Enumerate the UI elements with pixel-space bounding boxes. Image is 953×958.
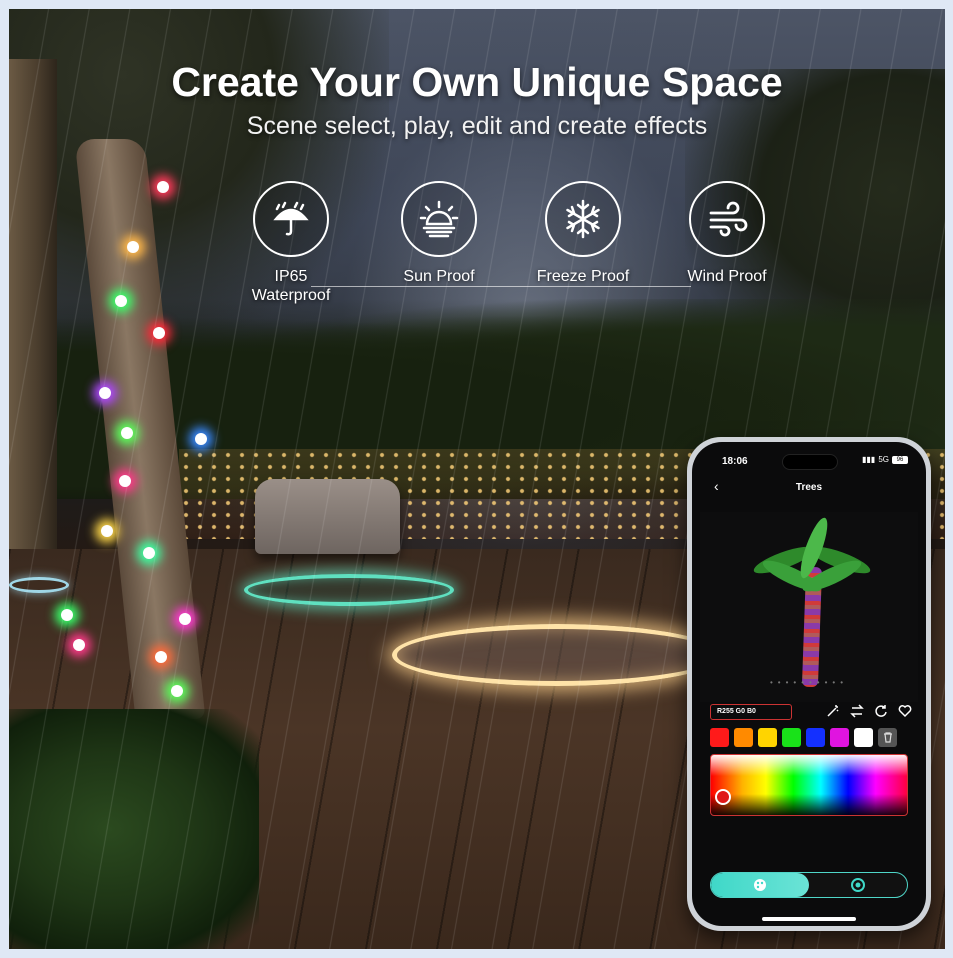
snowflake-icon xyxy=(545,181,621,257)
swatch-orange[interactable] xyxy=(734,728,753,747)
light-bulb xyxy=(195,433,207,445)
feature-label-line: IP65 Waterproof xyxy=(251,268,331,304)
feature-label: Sun Proof xyxy=(403,268,475,285)
battery-icon: 96 xyxy=(892,455,908,464)
wind-icon xyxy=(689,181,765,257)
spectrum-handle[interactable] xyxy=(715,789,731,805)
tree-preview xyxy=(700,512,918,702)
light-bulb xyxy=(99,387,111,399)
feature-label: Wind Proof xyxy=(687,268,767,285)
ring-light-teal xyxy=(244,574,454,606)
heart-icon[interactable] xyxy=(898,704,912,718)
feature-waterproof: IP65 Waterproof xyxy=(231,181,351,305)
swatch-yellow[interactable] xyxy=(758,728,777,747)
wheel-mode-button[interactable] xyxy=(809,873,907,897)
light-bulb xyxy=(119,475,131,487)
trash-icon[interactable] xyxy=(878,728,897,747)
dynamic-island xyxy=(782,454,838,470)
palette-icon xyxy=(754,879,766,891)
home-indicator xyxy=(762,917,856,921)
sun-icon xyxy=(401,181,477,257)
ring-light-left xyxy=(9,577,69,593)
hero-image: Create Your Own Unique Space Scene selec… xyxy=(9,9,945,949)
light-bulb xyxy=(179,613,191,625)
light-bulb xyxy=(61,609,73,621)
light-bulb xyxy=(157,181,169,193)
status-bar-right: ▮▮▮ 5G 96 xyxy=(862,455,908,464)
light-bulb xyxy=(101,525,113,537)
status-time: 18:06 xyxy=(722,456,748,467)
swatch-green[interactable] xyxy=(782,728,801,747)
palette-mode-button[interactable] xyxy=(711,873,809,897)
bush xyxy=(9,709,259,949)
color-swatches xyxy=(710,728,897,747)
page-indicator: •••••••••• xyxy=(769,678,848,687)
feature-list: IP65 Waterproof Sun Proof Freeze Proof W… xyxy=(231,181,791,321)
light-bulb xyxy=(171,685,183,697)
light-bulb xyxy=(155,651,167,663)
feature-wind-proof: Wind Proof xyxy=(667,181,787,286)
signal-icon: ▮▮▮ xyxy=(862,455,876,464)
phone-screen: 18:06 ▮▮▮ 5G 96 ‹ Trees •••••••••• R255 … xyxy=(692,442,926,926)
page-subtitle: Scene select, play, edit and create effe… xyxy=(246,112,708,140)
swatch-magenta[interactable] xyxy=(830,728,849,747)
network-label: 5G xyxy=(878,455,889,464)
feature-connector-line xyxy=(311,286,691,287)
page-title: Create Your Own Unique Space xyxy=(171,59,783,105)
swatch-red[interactable] xyxy=(710,728,729,747)
light-bulb xyxy=(115,295,127,307)
rgb-readout: R255 G0 B0 xyxy=(710,704,792,720)
phone-mockup: 18:06 ▮▮▮ 5G 96 ‹ Trees •••••••••• R255 … xyxy=(687,437,931,931)
feature-label: Freeze Proof xyxy=(536,268,630,285)
screen-title: Trees xyxy=(795,482,823,493)
swatch-white[interactable] xyxy=(854,728,873,747)
color-wheel-icon xyxy=(851,878,865,892)
light-bulb xyxy=(127,241,139,253)
feature-sun-proof: Sun Proof xyxy=(379,181,499,286)
color-spectrum-picker[interactable] xyxy=(710,754,908,816)
light-bulb xyxy=(121,427,133,439)
feature-freeze-proof: Freeze Proof xyxy=(523,181,643,286)
feature-label: IP65 Waterproof xyxy=(231,267,351,305)
mode-toggle xyxy=(710,872,908,898)
refresh-icon[interactable] xyxy=(874,704,888,718)
magic-wand-icon[interactable] xyxy=(826,704,840,718)
light-bulb xyxy=(153,327,165,339)
umbrella-rain-icon xyxy=(253,181,329,257)
swatch-blue[interactable] xyxy=(806,728,825,747)
light-bulb xyxy=(73,639,85,651)
ring-light-warm xyxy=(392,624,722,686)
light-bulb xyxy=(143,547,155,559)
swap-arrows-icon[interactable] xyxy=(850,704,864,718)
outdoor-chair xyxy=(255,479,400,554)
tool-icons xyxy=(826,704,912,718)
